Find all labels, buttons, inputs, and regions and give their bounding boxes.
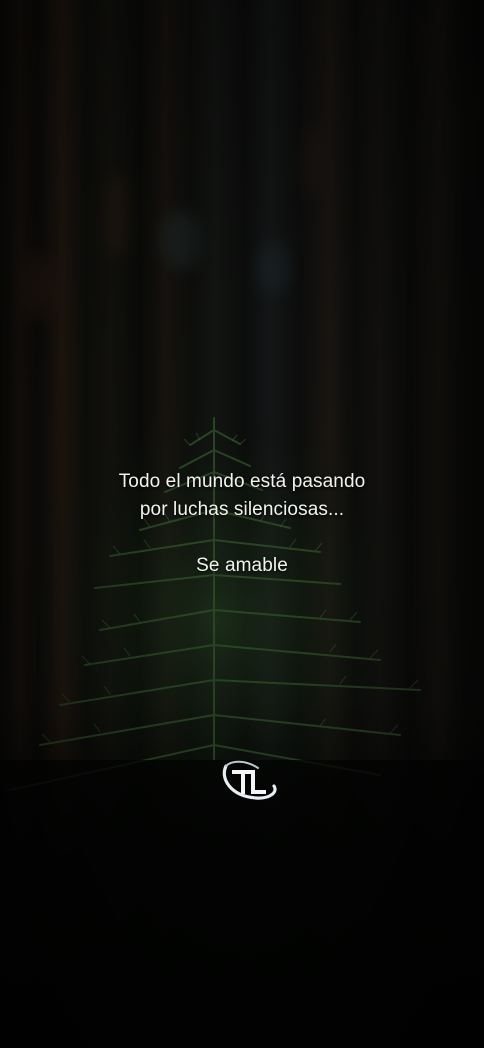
vignette-overlay xyxy=(0,0,484,1048)
wallpaper-scene: Todo el mundo está pasando por luchas si… xyxy=(0,0,484,1048)
quote-line-2: por luchas silenciosas... xyxy=(139,499,345,520)
quote-line-1: Todo el mundo está pasando xyxy=(118,471,366,492)
quote-line-3: Se amable xyxy=(196,555,288,576)
tl-monogram-logo-icon xyxy=(222,760,277,800)
